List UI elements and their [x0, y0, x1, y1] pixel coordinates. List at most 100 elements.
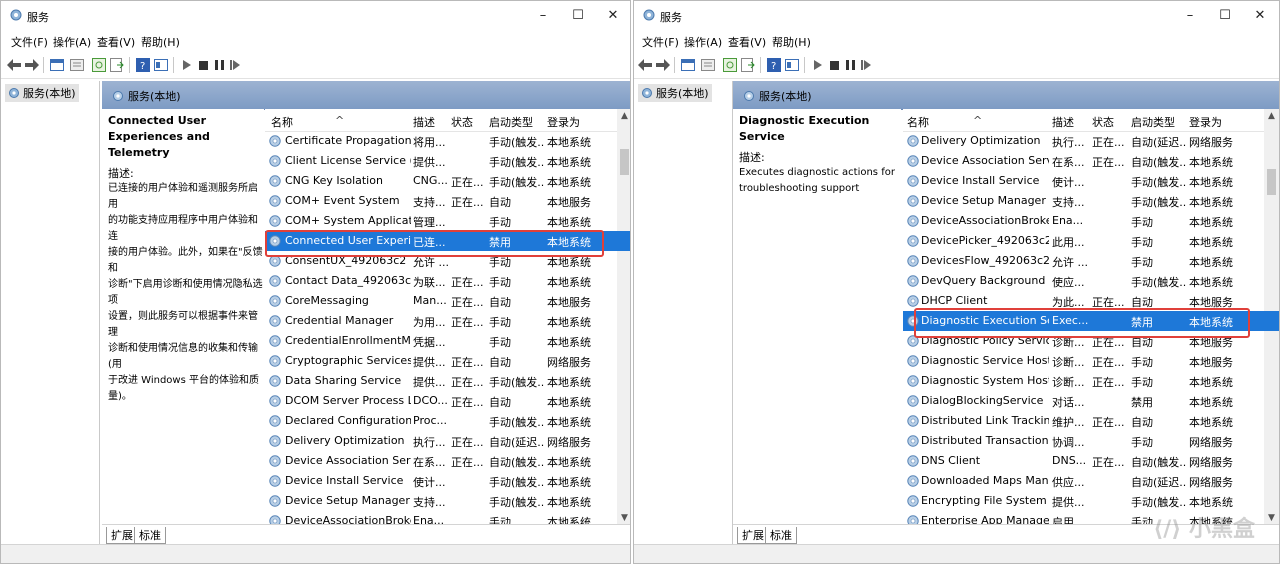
forward-arrow-icon[interactable]: [655, 57, 671, 73]
table-row[interactable]: Distributed Link Tracking...维护... 正在... 自动…: [903, 411, 1279, 431]
close-button[interactable]: ✕: [1245, 6, 1275, 26]
column-description[interactable]: 描述: [1052, 114, 1074, 130]
table-row[interactable]: ConsentUX_492063c2 允许 ... 手动 本地系统: [265, 251, 630, 271]
column-name[interactable]: 名称: [907, 114, 929, 130]
restart-service-icon[interactable]: [227, 57, 243, 73]
export-list-icon[interactable]: [740, 57, 756, 73]
menu-help[interactable]: 帮助(H): [772, 34, 811, 50]
table-row-selected[interactable]: Connected User Experien...已连... 禁用 本地系统: [265, 231, 630, 251]
table-row[interactable]: Device Setup Manager 支持... 手动(触发... 本地系统: [265, 491, 630, 511]
table-row[interactable]: Delivery Optimization 执行... 正在... 自动(延迟... 网…: [265, 431, 630, 451]
table-row[interactable]: Certificate Propagation 将用... 手动(触发... 本地系统: [265, 131, 630, 151]
cell-startup-type: 手动(触发...: [1131, 176, 1187, 189]
menu-action[interactable]: 操作(A): [684, 34, 722, 50]
table-row[interactable]: Cryptographic Services 提供... 正在... 自动 网络服务: [265, 351, 630, 371]
svg-text:?: ?: [771, 61, 776, 72]
table-row[interactable]: DevQuery Background D...使应... 手动(触发...本地系…: [903, 271, 1279, 291]
minimize-button[interactable]: –: [528, 6, 558, 26]
stop-service-icon[interactable]: [826, 57, 842, 73]
start-service-icon[interactable]: [810, 57, 826, 73]
forward-arrow-icon[interactable]: [24, 57, 40, 73]
export-list-icon[interactable]: [109, 57, 125, 73]
table-row[interactable]: DHCP Client 为此... 正在... 自动 本地服务: [903, 291, 1279, 311]
table-row[interactable]: Diagnostic Service Host 诊断... 正在... 手动 本地服务: [903, 351, 1279, 371]
view-icon[interactable]: [153, 57, 169, 73]
column-log-on-as[interactable]: 登录为: [1189, 114, 1222, 130]
refresh-icon[interactable]: [91, 57, 107, 73]
table-row[interactable]: Delivery Optimization 执行... 正在... 自动(延迟... 网…: [903, 131, 1279, 151]
table-row[interactable]: Device Association Service在系... 正在... 自动(触…: [265, 451, 630, 471]
maximize-button[interactable]: ☐: [563, 6, 593, 26]
table-row[interactable]: Diagnostic Policy Service 诊断... 正在... 自动 本地服…: [903, 331, 1279, 351]
toolbar-separator: [129, 57, 130, 73]
scroll-up-arrow-icon[interactable]: ▲: [1264, 111, 1279, 121]
table-row[interactable]: DCOM Server Process La...DCO...正在... 自动 本地…: [265, 391, 630, 411]
table-row[interactable]: DialogBlockingService 对话... 禁用 本地系统: [903, 391, 1279, 411]
table-row[interactable]: CNG Key Isolation CNG... 正在... 手动(触发... 本地系统: [265, 171, 630, 191]
table-row-selected[interactable]: Diagnostic Execution Ser...Exec... 禁用 本地系统: [903, 311, 1279, 331]
column-status[interactable]: 状态: [451, 114, 473, 130]
back-arrow-icon[interactable]: [6, 57, 22, 73]
service-gear-icon: [906, 214, 920, 228]
table-row[interactable]: CoreMessaging Man... 正在... 自动 本地服务: [265, 291, 630, 311]
console-tree-icon[interactable]: [680, 57, 696, 73]
table-row[interactable]: Declared Configuration(...Proc... 手动(触发..…: [265, 411, 630, 431]
table-row[interactable]: DeviceAssociationBroker...Ena...手动本地系统: [265, 511, 630, 525]
column-description[interactable]: 描述: [413, 114, 435, 130]
column-status[interactable]: 状态: [1092, 114, 1114, 130]
table-row[interactable]: Device Install Service 使计... 手动(触发... 本地系统: [265, 471, 630, 491]
table-row[interactable]: Distributed Transaction C...协调... 手动 网络服务: [903, 431, 1279, 451]
help-icon[interactable]: ?: [766, 57, 782, 73]
menu-view[interactable]: 查看(V): [728, 34, 766, 50]
column-name[interactable]: 名称: [271, 114, 293, 130]
scroll-up-arrow-icon[interactable]: ▲: [617, 111, 630, 121]
table-row[interactable]: Encrypting File System (E...提供... 手动(触发..…: [903, 491, 1279, 511]
minimize-button[interactable]: –: [1175, 6, 1205, 26]
table-row[interactable]: Diagnostic System Host 诊断... 正在... 手动 本地系统: [903, 371, 1279, 391]
pause-service-icon[interactable]: [211, 57, 227, 73]
menu-help[interactable]: 帮助(H): [141, 34, 180, 50]
table-row[interactable]: Credential Manager 为用... 正在... 手动 本地系统: [265, 311, 630, 331]
close-button[interactable]: ✕: [598, 6, 628, 26]
table-row[interactable]: DevicesFlow_492063c2 允许 ... 手动 本地系统: [903, 251, 1279, 271]
cell-log-on-as: 本地系统: [1189, 396, 1233, 409]
view-icon[interactable]: [784, 57, 800, 73]
table-row[interactable]: COM+ System Application管理... 手动 本地系统: [265, 211, 630, 231]
table-row[interactable]: COM+ Event System 支持... 正在... 自动 本地服务: [265, 191, 630, 211]
table-row[interactable]: DevicePicker_492063c2 此用... 手动 本地系统: [903, 231, 1279, 251]
table-row[interactable]: Device Setup Manager 支持... 手动(触发... 本地系统: [903, 191, 1279, 211]
start-service-icon[interactable]: [179, 57, 195, 73]
help-icon[interactable]: ?: [135, 57, 151, 73]
table-row[interactable]: Client License Service (Cli...提供... 手动(触发…: [265, 151, 630, 171]
table-row[interactable]: DNS Client DNS... 正在... 自动(触发... 网络服务: [903, 451, 1279, 471]
refresh-icon[interactable]: [722, 57, 738, 73]
table-row[interactable]: Device Install Service 使计... 手动(触发... 本地系统: [903, 171, 1279, 191]
title-bar[interactable]: 服务 – ☐ ✕: [1, 1, 630, 31]
column-startup-type[interactable]: 启动类型: [1131, 114, 1175, 130]
table-row[interactable]: Downloaded Maps Man... 供应... 自动(延迟... 网络服务: [903, 471, 1279, 491]
tree-node-services-local[interactable]: 服务(本地): [638, 84, 712, 102]
title-bar[interactable]: 服务 – ☐ ✕: [634, 1, 1279, 31]
pause-service-icon[interactable]: [842, 57, 858, 73]
table-row[interactable]: Contact Data_492063c2 为联... 正在... 手动 本地系统: [265, 271, 630, 291]
column-startup-type[interactable]: 启动类型: [489, 114, 533, 130]
table-row[interactable]: CredentialEnrollmentMan...凭据... 手动 本地系统: [265, 331, 630, 351]
tab-standard[interactable]: 标准: [765, 527, 797, 544]
tab-standard[interactable]: 标准: [134, 527, 166, 544]
menu-view[interactable]: 查看(V): [97, 34, 135, 50]
menu-action[interactable]: 操作(A): [53, 34, 91, 50]
stop-service-icon[interactable]: [195, 57, 211, 73]
restart-service-icon[interactable]: [858, 57, 874, 73]
column-log-on-as[interactable]: 登录为: [547, 114, 580, 130]
properties-icon[interactable]: [69, 57, 85, 73]
table-row[interactable]: DeviceAssociationBroker...Ena...手动本地系统: [903, 211, 1279, 231]
menu-file[interactable]: 文件(F): [642, 34, 679, 50]
table-row[interactable]: Data Sharing Service 提供... 正在... 手动(触发... 本地…: [265, 371, 630, 391]
menu-file[interactable]: 文件(F): [11, 34, 48, 50]
console-tree-icon[interactable]: [49, 57, 65, 73]
tree-node-services-local[interactable]: 服务(本地): [5, 84, 79, 102]
table-row[interactable]: Device Association Service在系... 正在... 自动(触…: [903, 151, 1279, 171]
maximize-button[interactable]: ☐: [1210, 6, 1240, 26]
back-arrow-icon[interactable]: [637, 57, 653, 73]
properties-icon[interactable]: [700, 57, 716, 73]
